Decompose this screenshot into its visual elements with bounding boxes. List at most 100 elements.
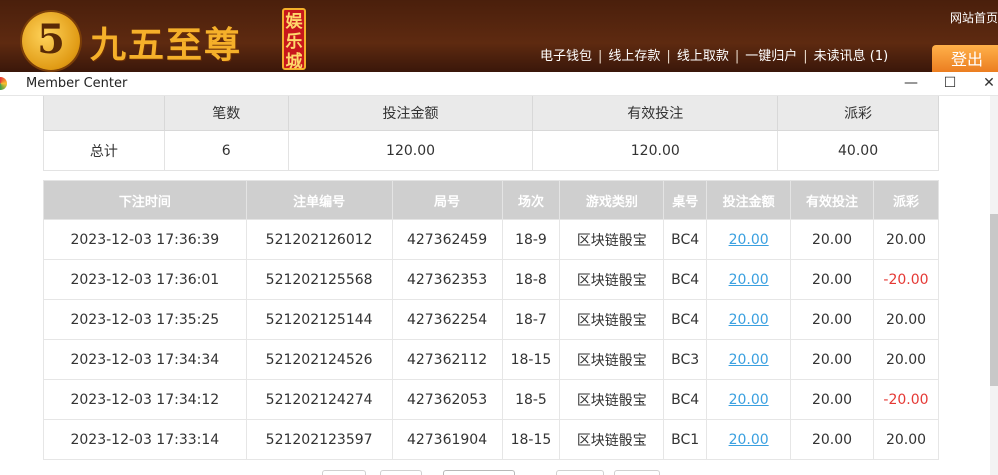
summary-payout-total: 40.00 — [777, 130, 939, 171]
bet-amount-cell: 20.00 — [706, 339, 792, 380]
bet-amount-cell: 20.00 — [706, 419, 792, 460]
bet-id: 521202125144 — [245, 299, 393, 340]
col-table: 桌号 — [663, 180, 708, 220]
bet-amount-link[interactable]: 20.00 — [729, 312, 769, 328]
logout-button[interactable]: 登出 — [932, 45, 998, 75]
pager-next-button[interactable] — [556, 470, 604, 475]
table-row: 2023-12-03 17:36:39 521202126012 4273624… — [43, 219, 940, 260]
table-id: BC3 — [663, 339, 708, 380]
session: 18-7 — [501, 299, 561, 340]
pager-last-button[interactable] — [614, 470, 660, 475]
scrollbar-thumb[interactable] — [990, 214, 998, 386]
bet-id: 521202124274 — [245, 379, 393, 420]
summary-row: 总计 6 120.00 120.00 40.00 — [43, 130, 939, 171]
table-row: 2023-12-03 17:34:34 521202124526 4273621… — [43, 339, 940, 380]
table-id: BC4 — [663, 259, 708, 300]
bet-id: 521202126012 — [245, 219, 393, 260]
table-row: 2023-12-03 17:35:25 521202125144 4273622… — [43, 299, 940, 340]
game-type: 区块链骰宝 — [559, 219, 665, 260]
valid-bet: 20.00 — [790, 259, 874, 300]
table-id: BC4 — [663, 299, 708, 340]
col-game-type: 游戏类别 — [559, 180, 665, 220]
site-logo-text[interactable]: 九五至尊 — [90, 16, 242, 68]
bet-amount-link[interactable]: 20.00 — [729, 232, 769, 248]
bet-time: 2023-12-03 17:36:01 — [43, 259, 247, 300]
session: 18-15 — [501, 339, 561, 380]
summary-header-blank — [43, 96, 165, 131]
valid-bet: 20.00 — [790, 379, 874, 420]
valid-bet: 20.00 — [790, 219, 874, 260]
bet-time: 2023-12-03 17:35:25 — [43, 299, 247, 340]
round-id: 427362254 — [391, 299, 503, 340]
pager-page-button[interactable] — [380, 470, 422, 475]
nav-consolidate[interactable]: 一键归户 — [745, 49, 797, 64]
payout: 20.00 — [872, 219, 940, 260]
logo-icon[interactable]: 5 — [22, 12, 80, 70]
summary-header-count: 笔数 — [163, 96, 289, 131]
app-icon — [0, 77, 7, 90]
bet-id: 521202123597 — [245, 419, 393, 460]
pager-current-button[interactable] — [443, 470, 515, 475]
bet-time: 2023-12-03 17:36:39 — [43, 219, 247, 260]
table-id: BC4 — [663, 219, 708, 260]
nav-wallet[interactable]: 电子钱包 — [540, 49, 592, 64]
bet-time: 2023-12-03 17:33:14 — [43, 419, 247, 460]
table-row: 2023-12-03 17:34:12 521202124274 4273620… — [43, 379, 940, 420]
close-button[interactable]: ✕ — [970, 72, 998, 95]
summary-header-payout: 派彩 — [777, 96, 939, 131]
table-id: BC4 — [663, 379, 708, 420]
game-type: 区块链骰宝 — [559, 259, 665, 300]
col-bet-id: 注单编号 — [245, 180, 393, 220]
bet-id: 521202124526 — [245, 339, 393, 380]
maximize-button[interactable]: ☐ — [931, 72, 969, 95]
vertical-scrollbar[interactable] — [990, 96, 998, 475]
round-id: 427362353 — [391, 259, 503, 300]
round-id: 427361904 — [391, 419, 503, 460]
site-logo-tag: 娱乐城 — [282, 8, 306, 72]
pager-prev-button[interactable] — [322, 470, 366, 475]
home-link[interactable]: 网站首页 — [950, 9, 998, 26]
bet-amount-link[interactable]: 20.00 — [729, 392, 769, 408]
table-row: 2023-12-03 17:36:01 521202125568 4273623… — [43, 259, 940, 300]
member-center-window: Member Center — ☐ ✕ 笔数 投注金额 有效投注 派彩 总计 6… — [0, 72, 998, 475]
summary-table: 笔数 投注金额 有效投注 派彩 总计 6 120.00 120.00 40.00 — [43, 96, 939, 171]
payout: 20.00 — [872, 339, 940, 380]
col-session: 场次 — [501, 180, 561, 220]
summary-bet-total: 120.00 — [287, 130, 534, 171]
window-titlebar[interactable]: Member Center — ☐ ✕ — [0, 72, 998, 96]
session: 18-8 — [501, 259, 561, 300]
bet-id: 521202125568 — [245, 259, 393, 300]
payout: 20.00 — [872, 299, 940, 340]
bet-time: 2023-12-03 17:34:12 — [43, 379, 247, 420]
payout: -20.00 — [872, 259, 940, 300]
table-row: 2023-12-03 17:33:14 521202123597 4273619… — [43, 419, 940, 460]
site-header: 5 九五至尊 娱乐城 网站首页 电子钱包 | 线上存款 | 线上取款 | 一键归户 | 未读讯息… — [0, 0, 998, 75]
bet-amount-cell: 20.00 — [706, 259, 792, 300]
payout: 20.00 — [872, 419, 940, 460]
site-nav: 电子钱包 | 线上存款 | 线上取款 | 一键归户 | 未读讯息 (1) — [540, 49, 889, 64]
bet-amount-link[interactable]: 20.00 — [729, 432, 769, 448]
window-content: 笔数 投注金额 有效投注 派彩 总计 6 120.00 120.00 40.00… — [0, 96, 998, 475]
game-type: 区块链骰宝 — [559, 299, 665, 340]
nav-messages[interactable]: 未读讯息 (1) — [814, 49, 889, 64]
window-title: Member Center — [26, 76, 128, 91]
minimize-button[interactable]: — — [892, 72, 930, 95]
nav-withdraw[interactable]: 线上取款 — [677, 49, 729, 64]
bet-amount-link[interactable]: 20.00 — [729, 272, 769, 288]
round-id: 427362112 — [391, 339, 503, 380]
game-type: 区块链骰宝 — [559, 419, 665, 460]
summary-valid-total: 120.00 — [532, 130, 779, 171]
col-bet-amount: 投注金额 — [706, 180, 792, 220]
col-bet-time: 下注时间 — [43, 180, 247, 220]
round-id: 427362053 — [391, 379, 503, 420]
game-type: 区块链骰宝 — [559, 339, 665, 380]
bet-amount-cell: 20.00 — [706, 299, 792, 340]
bet-amount-link[interactable]: 20.00 — [729, 352, 769, 368]
bet-time: 2023-12-03 17:34:34 — [43, 339, 247, 380]
bet-detail-table: 下注时间 注单编号 局号 场次 游戏类别 桌号 投注金额 有效投注 派彩 202… — [43, 180, 940, 460]
valid-bet: 20.00 — [790, 299, 874, 340]
valid-bet: 20.00 — [790, 339, 874, 380]
col-payout: 派彩 — [872, 180, 940, 220]
nav-deposit[interactable]: 线上存款 — [608, 49, 660, 64]
summary-header-valid: 有效投注 — [532, 96, 779, 131]
